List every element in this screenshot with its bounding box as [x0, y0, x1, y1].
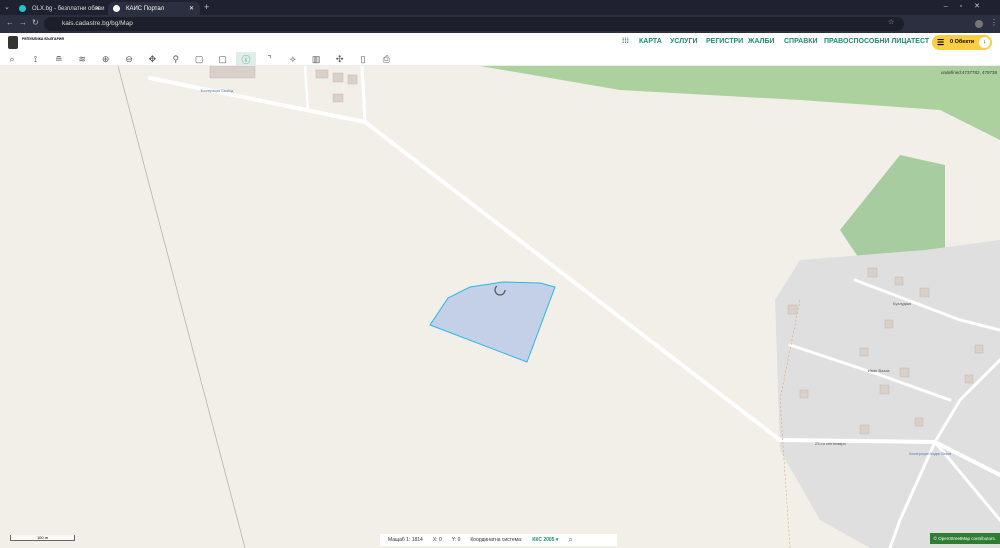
new-tab-button[interactable]: + [204, 2, 209, 12]
menu-registri[interactable]: РЕГИСТРИ [706, 38, 743, 45]
y-readout: Y: 0 [451, 537, 461, 543]
pan-icon[interactable]: ✥ [142, 52, 162, 66]
apps-grid-icon[interactable]: ⁞⁞⁞ [622, 38, 629, 45]
note-icon[interactable]: ▯ [353, 52, 373, 66]
bookmark-star-icon[interactable]: ☆ [888, 18, 894, 26]
select-rect2-icon[interactable]: ▢ [213, 52, 233, 66]
avatar[interactable] [975, 20, 983, 28]
url-input[interactable]: kais.cadastre.bg/bg/Map [44, 17, 904, 31]
back-button[interactable]: ← [6, 18, 14, 27]
close-icon[interactable]: ✕ [95, 5, 100, 12]
info-icon[interactable]: ⓘ [236, 52, 256, 66]
selected-parcel[interactable] [429, 281, 556, 363]
measure-line-icon[interactable]: ⌝ [259, 52, 279, 66]
crs-select[interactable]: ККС 2005 ▾ [532, 537, 558, 543]
street-label: 23-ти септември [815, 441, 846, 446]
search-icon[interactable]: ⌕ [568, 535, 572, 545]
menu-uslugi[interactable]: УСЛУГИ [670, 38, 698, 45]
coat-of-arms-logo [8, 36, 18, 49]
favicon-icon [19, 5, 26, 12]
poi-label: Кооперация Мадан Вазов [909, 452, 951, 456]
map-canvas[interactable]: Кооперация Свобод Кооперация Мадан Вазов… [0, 66, 1000, 548]
address-bar: ← → ↻ kais.cadastre.bg/bg/Map ☆ ⋮ [0, 15, 1000, 33]
close-icon[interactable]: ✕ [189, 5, 194, 12]
pin-icon[interactable]: ⚲ [166, 52, 186, 66]
street-label: Иван Вазов [868, 368, 890, 373]
reload-button[interactable]: ↻ [32, 18, 39, 27]
zoom-in-icon[interactable]: ⊕ [96, 52, 116, 66]
menu-test[interactable]: ТЕСТ [911, 38, 929, 45]
tab-search-button[interactable]: ⌄ [4, 3, 10, 11]
window-controls[interactable]: –▫✕ [944, 2, 992, 10]
logo-text: РЕПУБЛИКА БЪЛГАРИЯ [22, 37, 64, 41]
osm-attribution[interactable]: © OpenStreetMap contributors. [929, 533, 1000, 544]
select-rect-icon[interactable]: ▢ [189, 52, 209, 66]
route-icon[interactable]: ⟟ [25, 52, 45, 66]
scale-bar: 100 m [10, 535, 75, 541]
poi-label: Кооперация Свобод [201, 89, 234, 93]
tab-bar: ⌄ OLX.bg - безплатни обяви ✕ КАИС Портал ✕… [0, 0, 1000, 15]
cart-button[interactable]: ☰ 0 Обекти ↓ [932, 35, 992, 50]
map-icon[interactable]: ▥ [306, 52, 326, 66]
menu-pravosposobni[interactable]: ПРАВОСПОСОБНИ ЛИЦА [824, 38, 912, 45]
download-icon: ↓ [979, 37, 990, 48]
layer-icon[interactable]: ≘ [49, 52, 69, 66]
zoom-out-icon[interactable]: ⊖ [119, 52, 139, 66]
crs-label: Координатна система: [470, 537, 523, 543]
layers-icon[interactable]: ≋ [72, 52, 92, 66]
cursor-coordinates: undefined:4737782, 479738 [940, 70, 997, 75]
meadow-area [840, 155, 945, 260]
x-readout: X: 0 [432, 537, 442, 543]
street-label: Бузлуджа [893, 301, 912, 306]
power-line [117, 66, 246, 548]
print-icon[interactable]: ⎙ [376, 52, 396, 66]
forest-area [480, 66, 1000, 140]
cross-icon[interactable]: ✣ [330, 52, 350, 66]
tab-kais[interactable]: КАИС Портал ✕ [108, 2, 200, 15]
tab-olx[interactable]: OLX.bg - безплатни обяви ✕ [14, 2, 106, 15]
menu-icon[interactable]: ⋮ [990, 18, 998, 27]
favicon-icon [113, 5, 120, 12]
map-toolbar: ⌕ ⟟ ≘ ≋ ⊕ ⊖ ✥ ⚲ ▢ ▢ ⓘ ⌝ ⟡ ▥ ✣ ▯ ⎙ [0, 52, 1000, 66]
measure-area-icon[interactable]: ⟡ [283, 52, 303, 66]
menu-karta[interactable]: КАРТА [639, 38, 662, 45]
menu-spravki[interactable]: СПРАВКИ [784, 38, 818, 45]
hamburger-icon: ☰ [937, 38, 945, 47]
scale-label: Мащаб 1: 1814 [388, 537, 423, 543]
site-header: РЕПУБЛИКА БЪЛГАРИЯ ⁞⁞⁞ КАРТА УСЛУГИ РЕГИ… [0, 33, 1000, 52]
search-icon[interactable]: ⌕ [2, 52, 22, 66]
forward-button[interactable]: → [19, 18, 27, 27]
status-bar: Мащаб 1: 1814 X: 0 Y: 0 Координатна сист… [380, 534, 617, 546]
menu-jalbi[interactable]: ЖАЛБИ [748, 38, 774, 45]
